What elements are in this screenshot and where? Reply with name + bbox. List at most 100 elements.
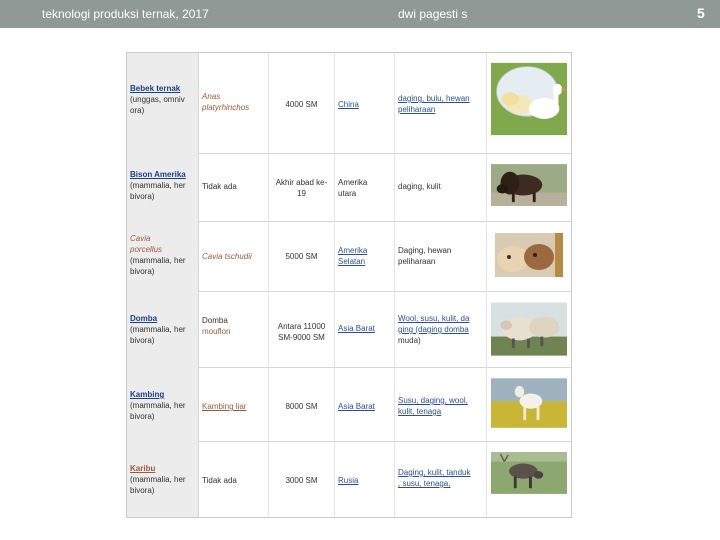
domestication-time-cell: 5000 SM xyxy=(269,221,335,291)
use-cell: Daging, kulit, tanduk , susu, tenaga, xyxy=(395,441,487,517)
animal-photo-cell xyxy=(487,53,571,153)
species-text: Tidak ada xyxy=(202,476,237,485)
time-text: 19 xyxy=(297,189,306,198)
classification-text: (unggas, omniv xyxy=(130,95,185,104)
animal-name-cell: Bison Amerika (mammalia, her bivora) xyxy=(127,153,199,221)
use-text[interactable]: daging, bulu, hewan xyxy=(398,93,483,104)
use-text[interactable]: Daging, kulit, tanduk xyxy=(398,467,483,478)
species-link[interactable]: Kambing liar xyxy=(202,401,265,412)
use-text: muda) xyxy=(398,336,421,345)
species-text: Tidak ada xyxy=(202,182,237,191)
animal-name-cell: Karibu (mammalia, her bivora) xyxy=(127,441,199,517)
classification-text: (mammalia, her xyxy=(130,475,186,484)
origin-cell: Asia Barat xyxy=(335,367,395,441)
livestock-table: Bebek ternak (unggas, omniv ora) Anas pl… xyxy=(126,52,572,518)
use-text[interactable]: , susu, tenaga, xyxy=(398,478,483,489)
use-cell: Wool, susu, kulit, da ging (daging domba… xyxy=(395,291,487,367)
animal-name-link[interactable]: Domba xyxy=(130,313,195,324)
origin-link[interactable]: Asia Barat xyxy=(338,323,391,334)
origin-cell: China xyxy=(335,53,395,153)
time-text: 5000 SM xyxy=(285,252,318,261)
animal-photo-cell xyxy=(487,441,571,517)
origin-text: utara xyxy=(338,189,357,198)
use-cell: daging, kulit xyxy=(395,153,487,221)
species-text: Domba xyxy=(202,316,228,325)
caribou-photo xyxy=(491,452,567,494)
classification-text: bivora) xyxy=(130,267,155,276)
use-cell: Daging, hewan peliharaan xyxy=(395,221,487,291)
author-name: dwi pagesti s xyxy=(398,7,468,21)
animal-name-link[interactable]: Bebek ternak xyxy=(130,83,195,94)
time-text: Akhir abad ke- xyxy=(275,178,328,187)
sheep-photo xyxy=(491,302,567,356)
use-cell: daging, bulu, hewan peliharaan xyxy=(395,53,487,153)
classification-text: bivora) xyxy=(130,336,155,345)
animal-name-link[interactable]: Bison Amerika xyxy=(130,169,195,180)
origin-link[interactable]: Selatan xyxy=(338,256,391,267)
animal-photo-cell xyxy=(487,153,571,221)
use-text[interactable]: ging (daging domba xyxy=(398,324,483,335)
animal-name-cell: Cavia porcellus (mammalia, her bivora) xyxy=(127,221,199,291)
wild-ancestor-cell: Kambing liar xyxy=(199,367,269,441)
origin-link[interactable]: Asia Barat xyxy=(338,401,391,412)
origin-cell: Asia Barat xyxy=(335,291,395,367)
guinea-pig-photo xyxy=(495,233,563,277)
wild-ancestor-cell: Domba mouflon xyxy=(199,291,269,367)
ducks-photo xyxy=(491,62,567,136)
use-text: Daging, hewan xyxy=(398,246,452,255)
time-text: 8000 SM xyxy=(285,402,318,411)
time-text: SM-9000 SM xyxy=(278,333,325,342)
wild-ancestor-cell: Anas platyrhinchos xyxy=(199,53,269,153)
wild-ancestor-cell: Tidak ada xyxy=(199,441,269,517)
species-link[interactable]: platyrhinchos xyxy=(202,102,265,113)
table-row: Kambing (mammalia, her bivora) Kambing l… xyxy=(127,367,571,442)
bison-photo xyxy=(491,164,567,206)
species-link[interactable]: Anas xyxy=(202,91,265,102)
classification-text: (mammalia, her xyxy=(130,256,186,265)
animal-name-link[interactable]: Cavia xyxy=(130,233,195,244)
domestication-time-cell: 8000 SM xyxy=(269,367,335,441)
classification-text: bivora) xyxy=(130,192,155,201)
table-row: Bison Amerika (mammalia, her bivora) Tid… xyxy=(127,153,571,222)
origin-cell: Amerika utara xyxy=(335,153,395,221)
page-number: 5 xyxy=(697,5,705,21)
species-link[interactable]: mouflon xyxy=(202,326,265,337)
time-text: 4000 SM xyxy=(285,100,318,109)
domestication-time-cell: 4000 SM xyxy=(269,53,335,153)
animal-name-link[interactable]: Kambing xyxy=(130,389,195,400)
species-link[interactable]: Cavia tschudii xyxy=(202,251,265,262)
use-text: peliharaan xyxy=(398,257,436,266)
animal-name-link[interactable]: Karibu xyxy=(130,463,195,474)
origin-link[interactable]: Amerika xyxy=(338,245,391,256)
animal-name-link[interactable]: porcellus xyxy=(130,244,195,255)
use-text[interactable]: Wool, susu, kulit, da xyxy=(398,313,483,324)
domestication-time-cell: 3000 SM xyxy=(269,441,335,517)
time-text: 3000 SM xyxy=(285,476,318,485)
use-text[interactable]: kulit, tenaga xyxy=(398,406,483,417)
use-text[interactable]: peliharaan xyxy=(398,104,483,115)
origin-cell: Amerika Selatan xyxy=(335,221,395,291)
use-cell: Susu, daging, wool, kulit, tenaga xyxy=(395,367,487,441)
table-row: Cavia porcellus (mammalia, her bivora) C… xyxy=(127,221,571,292)
origin-link[interactable]: Rusia xyxy=(338,475,391,486)
goat-photo xyxy=(491,378,567,428)
classification-text: ora) xyxy=(130,106,145,115)
domestication-time-cell: Antara 11000 SM-9000 SM xyxy=(269,291,335,367)
origin-link[interactable]: China xyxy=(338,99,391,110)
table-row: Karibu (mammalia, her bivora) Tidak ada … xyxy=(127,441,571,517)
animal-name-cell: Bebek ternak (unggas, omniv ora) xyxy=(127,53,199,153)
classification-text: (mammalia, her xyxy=(130,181,186,190)
wild-ancestor-cell: Cavia tschudii xyxy=(199,221,269,291)
classification-text: bivora) xyxy=(130,486,155,495)
origin-text: Amerika xyxy=(338,178,368,187)
time-text: Antara 11000 xyxy=(277,322,326,331)
use-text[interactable]: Susu, daging, wool, xyxy=(398,395,483,406)
classification-text: (mammalia, her xyxy=(130,401,186,410)
course-title: teknologi produksi ternak, 2017 xyxy=(42,7,209,21)
use-text: daging, kulit xyxy=(398,182,441,191)
origin-cell: Rusia xyxy=(335,441,395,517)
classification-text: (mammalia, her xyxy=(130,325,186,334)
table-row: Bebek ternak (unggas, omniv ora) Anas pl… xyxy=(127,53,571,154)
slide-header: teknologi produksi ternak, 2017 dwi page… xyxy=(0,0,720,28)
animal-name-cell: Kambing (mammalia, her bivora) xyxy=(127,367,199,441)
